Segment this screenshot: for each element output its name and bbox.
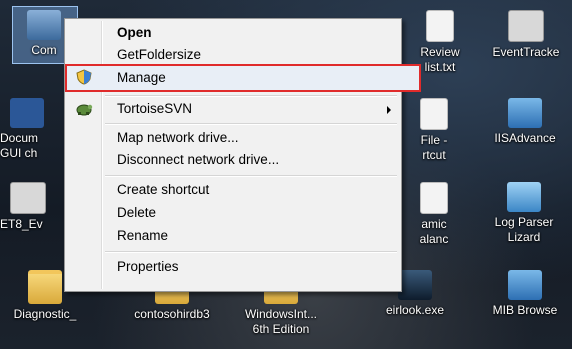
text-file-icon (426, 10, 454, 42)
desktop-icon-label: Log Parser (494, 215, 554, 229)
menu-item-tortoisesvn[interactable]: TortoiseSVN (67, 98, 399, 120)
menu-item-label: Open (117, 25, 152, 40)
menu-item-manage[interactable]: Manage (65, 64, 421, 92)
application-icon (508, 10, 544, 42)
desktop-icon-label: ET8_Ev (0, 217, 43, 231)
desktop-icon-label: Diagnostic_ (13, 307, 77, 321)
desktop-icon-label: File - (420, 133, 448, 147)
document-icon (420, 182, 448, 214)
menu-item-label: TortoiseSVN (117, 101, 193, 116)
menu-item-delete[interactable]: Delete (67, 202, 399, 224)
menu-item-label: Create shortcut (117, 182, 210, 197)
network-browser-icon (508, 270, 542, 300)
desktop-icon-label: Review (420, 45, 460, 59)
desktop-icon-label-line2: rtcut (422, 148, 446, 162)
tortoisesvn-icon (76, 104, 93, 116)
menu-separator (105, 123, 397, 125)
menu-item-rename[interactable]: Rename (67, 225, 399, 247)
menu-separator (105, 95, 397, 97)
menu-item-label: Map network drive... (117, 130, 239, 145)
context-menu: Open GetFoldersize Manage TortoiseSVN Ma… (64, 18, 421, 292)
desktop-icon-log-parser-lizard[interactable]: Log Parser Lizard (484, 182, 564, 245)
desktop-icon-label: IISAdvance (494, 131, 556, 145)
menu-item-create-shortcut[interactable]: Create shortcut (67, 179, 399, 201)
application-icon (508, 98, 542, 128)
application-icon (398, 270, 432, 300)
desktop-icon-eventtracker[interactable]: EventTracke (480, 10, 572, 60)
menu-separator (105, 251, 397, 253)
menu-item-label: Disconnect network drive... (117, 152, 280, 167)
desktop-icon-label: eirlook.exe (385, 303, 445, 317)
desktop-icon-label: EventTracke (492, 45, 560, 59)
menu-item-label: Properties (117, 259, 179, 274)
desktop-icon-label-line2: Lizard (507, 230, 541, 244)
shortcut-file-icon (420, 98, 448, 130)
folder-icon (28, 270, 62, 304)
desktop-icon-label: amic (421, 217, 447, 231)
desktop-icon-documents[interactable]: Docum GUI ch (0, 98, 60, 161)
desktop-icon-label-line2: 6th Edition (252, 322, 310, 336)
desktop-icon-label: WindowsInt... (244, 307, 318, 321)
desktop-icon-mib-browser[interactable]: MIB Browse (478, 270, 572, 318)
computer-icon (27, 10, 61, 40)
menu-item-map-network-drive[interactable]: Map network drive... (67, 127, 399, 149)
shield-icon (76, 69, 92, 85)
desktop-icon-label: contosohirdb3 (134, 307, 210, 321)
log-parser-icon (507, 182, 541, 212)
menu-item-getfoldersize[interactable]: GetFoldersize (67, 44, 399, 66)
desktop-icon-file-shortcut[interactable]: File - rtcut (404, 98, 464, 163)
desktop-icon-dynamic-balance[interactable]: amic alanc (404, 182, 464, 247)
word-document-icon (10, 98, 44, 128)
application-icon (10, 182, 46, 214)
menu-item-open[interactable]: Open (67, 22, 399, 44)
desktop-icon-iisadvanced[interactable]: IISAdvance (478, 98, 572, 146)
menu-item-properties[interactable]: Properties (67, 256, 399, 278)
desktop-icon-label: Docum (0, 131, 39, 145)
desktop-icon-et8[interactable]: ET8_Ev (0, 182, 60, 232)
submenu-arrow-icon (387, 106, 391, 114)
menu-item-label: GetFoldersize (117, 47, 202, 62)
menu-separator (105, 175, 397, 177)
menu-item-label: Manage (117, 70, 166, 85)
menu-item-label: Rename (117, 228, 169, 243)
menu-item-disconnect-network-drive[interactable]: Disconnect network drive... (67, 149, 399, 171)
desktop-icon-label-line2: GUI ch (0, 146, 38, 160)
menu-item-label: Delete (117, 205, 157, 220)
desktop-icon-label: MIB Browse (492, 303, 558, 317)
desktop-icon-label-line2: alanc (419, 232, 449, 246)
